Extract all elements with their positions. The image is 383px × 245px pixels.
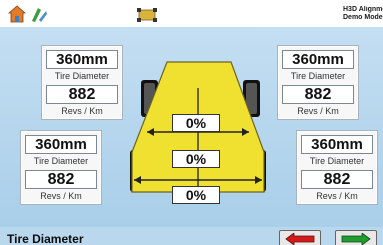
rear-left-revs-unit: Revs / Km bbox=[40, 191, 82, 201]
top-bar: H3D Alignment Demo Mode bbox=[0, 0, 383, 27]
front-left-card: 360mm Tire Diameter 882 Revs / Km bbox=[41, 45, 123, 120]
front-right-diameter-label: Tire Diameter bbox=[290, 71, 346, 81]
front-right-revs-unit: Revs / Km bbox=[297, 106, 339, 116]
front-right-revs: 882 bbox=[282, 85, 354, 104]
next-button[interactable] bbox=[335, 230, 377, 245]
page-title: Tire Diameter bbox=[7, 232, 84, 245]
front-right-diameter: 360mm bbox=[282, 50, 354, 69]
back-button[interactable] bbox=[279, 230, 321, 245]
rear-difference-value: 0% bbox=[172, 186, 220, 204]
wheelbase-difference-value: 0% bbox=[172, 150, 220, 168]
front-right-card: 360mm Tire Diameter 882 Revs / Km bbox=[277, 45, 359, 120]
brand-title: H3D Alignment Demo Mode bbox=[343, 6, 383, 22]
rear-left-diameter-label: Tire Diameter bbox=[33, 156, 89, 166]
front-left-diameter: 360mm bbox=[46, 50, 118, 69]
rear-left-card: 360mm Tire Diameter 882 Revs / Km bbox=[20, 130, 102, 205]
rear-left-diameter: 360mm bbox=[25, 135, 97, 154]
front-left-diameter-label: Tire Diameter bbox=[54, 71, 110, 81]
rear-right-card: 360mm Tire Diameter 882 Revs / Km bbox=[296, 130, 378, 205]
brand-line-1: H3D Alignment bbox=[343, 6, 383, 13]
rear-right-revs-unit: Revs / Km bbox=[316, 191, 358, 201]
tool-icon[interactable] bbox=[30, 5, 48, 23]
rear-right-revs: 882 bbox=[301, 170, 373, 189]
brand-line-2: Demo Mode bbox=[343, 14, 383, 21]
rear-right-diameter: 360mm bbox=[301, 135, 373, 154]
back-arrow-icon bbox=[285, 232, 315, 245]
car-icon[interactable] bbox=[136, 6, 158, 24]
front-left-revs-unit: Revs / Km bbox=[61, 106, 103, 116]
front-difference-value: 0% bbox=[172, 114, 220, 132]
front-left-revs: 882 bbox=[46, 85, 118, 104]
home-icon[interactable] bbox=[8, 5, 26, 23]
rear-left-revs: 882 bbox=[25, 170, 97, 189]
next-arrow-icon bbox=[341, 232, 371, 245]
rear-right-diameter-label: Tire Diameter bbox=[309, 156, 365, 166]
